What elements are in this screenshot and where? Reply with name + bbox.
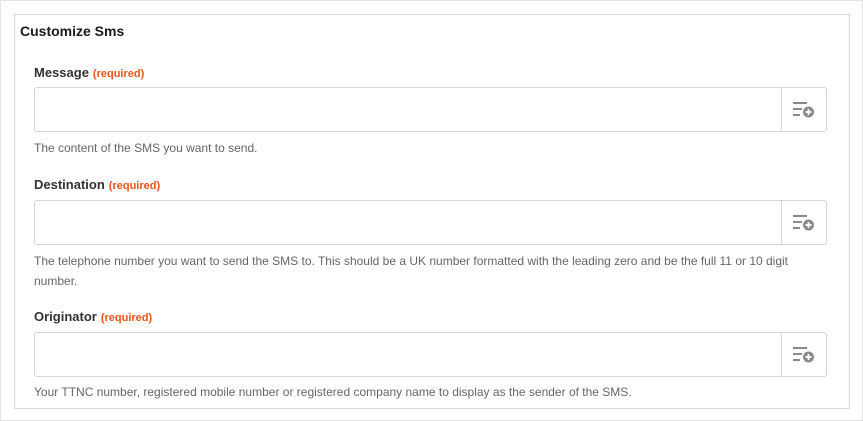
message-label-text: Message bbox=[34, 65, 89, 80]
originator-help-text: Your TTNC number, registered mobile numb… bbox=[34, 385, 632, 399]
destination-insert-data-button[interactable] bbox=[781, 201, 826, 244]
form-container: Customize Sms Message (required) The cont… bbox=[0, 0, 863, 421]
section-title: Customize Sms bbox=[20, 23, 125, 39]
message-required-badge: (required) bbox=[92, 68, 145, 80]
destination-help-text: The telephone number you want to send th… bbox=[34, 254, 789, 288]
originator-required-badge: (required) bbox=[100, 312, 153, 324]
message-help-text: The content of the SMS you want to send. bbox=[34, 141, 258, 155]
originator-insert-data-button[interactable] bbox=[781, 333, 826, 376]
message-label: Message (required) bbox=[34, 65, 144, 82]
destination-label: Destination (required) bbox=[34, 177, 160, 194]
originator-label-text: Originator bbox=[34, 309, 97, 324]
originator-input[interactable] bbox=[35, 333, 781, 376]
destination-label-text: Destination bbox=[34, 177, 105, 192]
message-insert-data-button[interactable] bbox=[781, 88, 826, 131]
insert-data-icon bbox=[793, 101, 814, 117]
originator-label: Originator (required) bbox=[34, 309, 152, 326]
destination-input[interactable] bbox=[35, 201, 781, 244]
customize-sms-panel: Customize Sms Message (required) The cont… bbox=[14, 14, 850, 409]
destination-required-badge: (required) bbox=[108, 180, 161, 192]
insert-data-icon bbox=[793, 214, 814, 230]
message-field bbox=[34, 87, 827, 132]
insert-data-icon bbox=[793, 346, 814, 362]
originator-field bbox=[34, 332, 827, 377]
message-input[interactable] bbox=[35, 88, 781, 131]
destination-field bbox=[34, 200, 827, 245]
